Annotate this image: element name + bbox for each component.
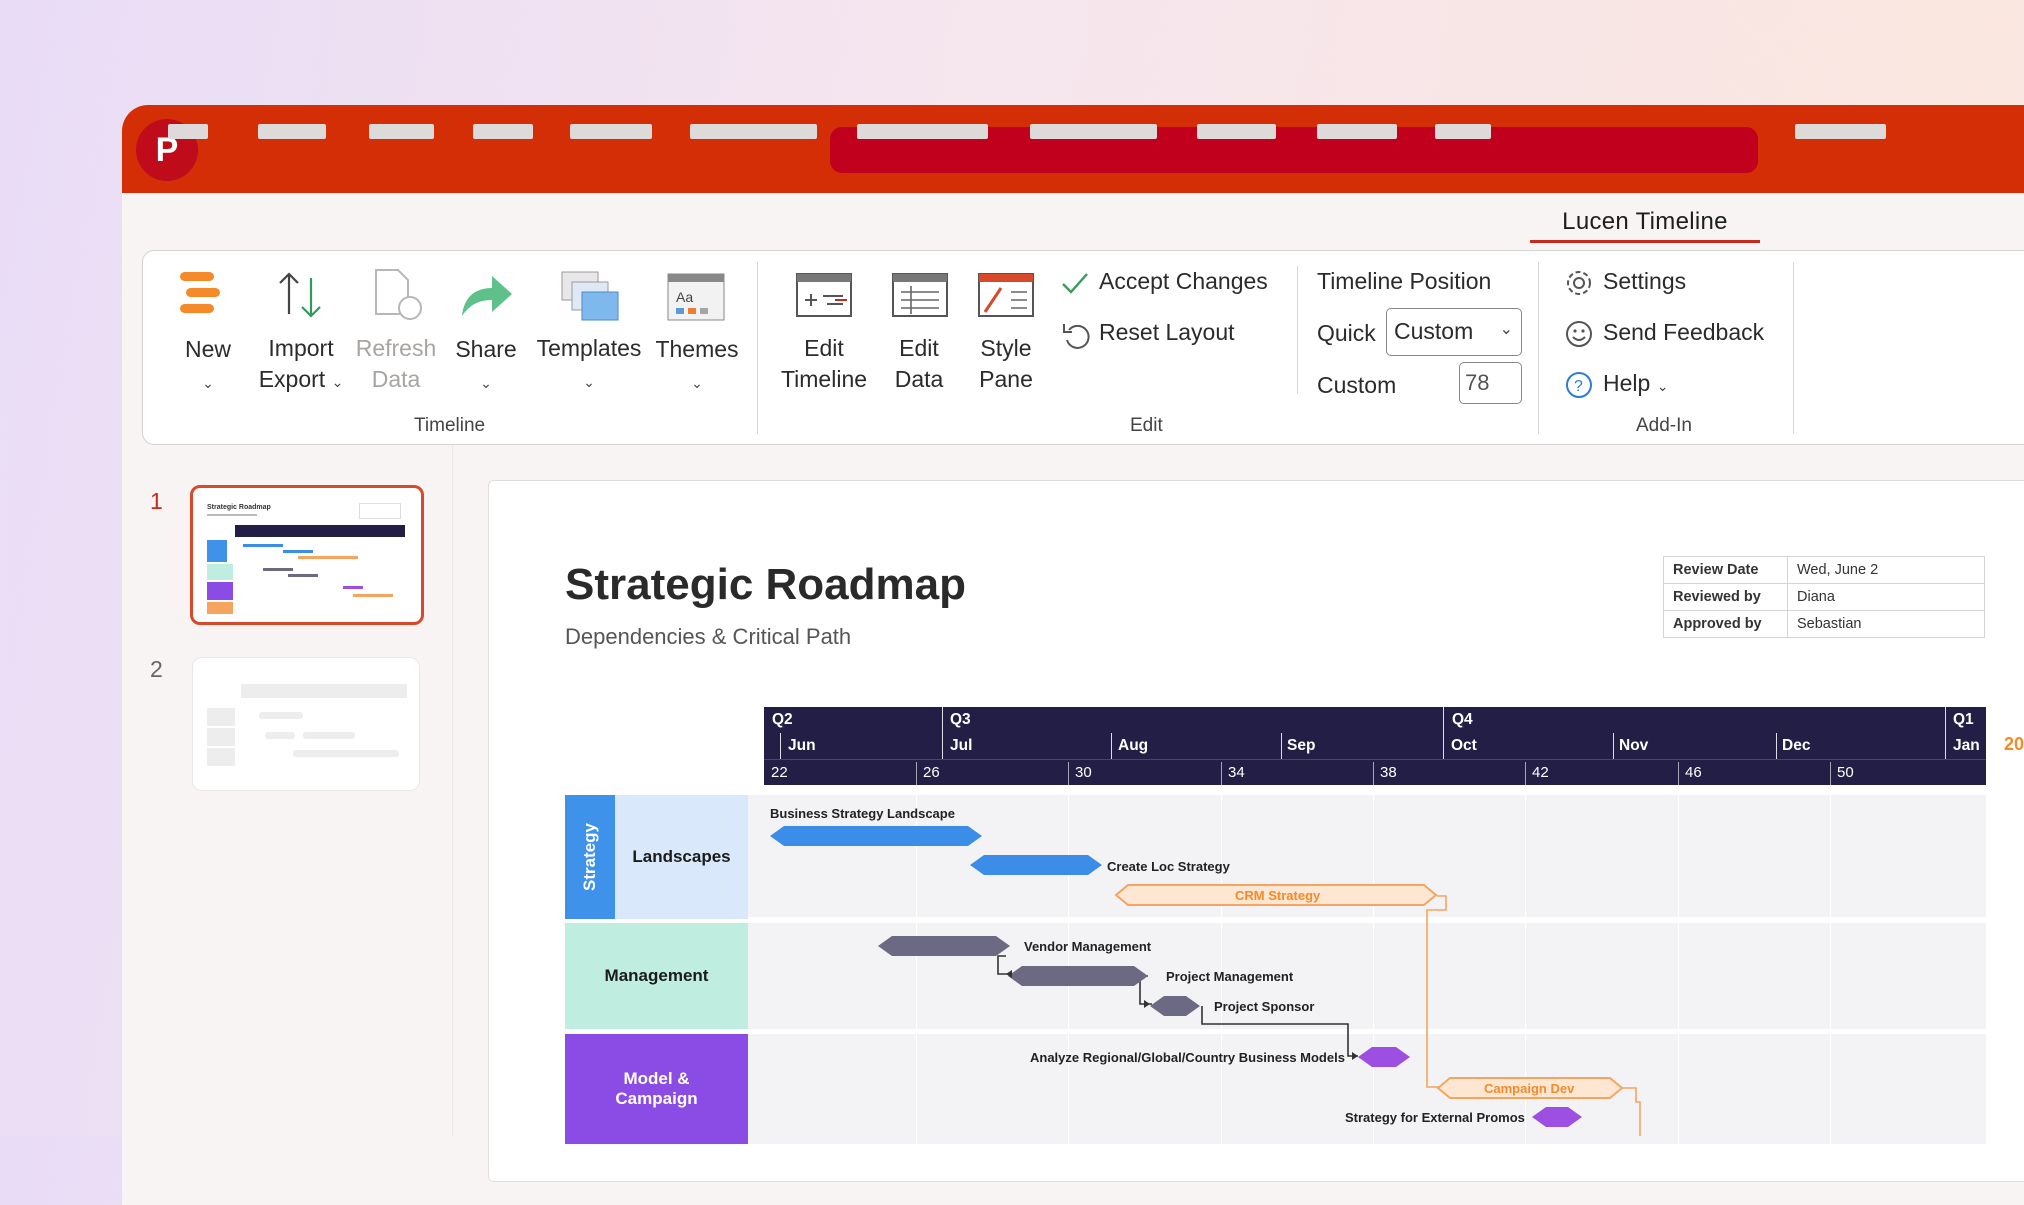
dependency-arrow — [1144, 1000, 1150, 1008]
dependency-connector — [1426, 895, 1447, 1088]
task-label: Project Management — [1166, 969, 1294, 984]
task-label: Business Strategy Landscape — [770, 806, 955, 821]
task-bar-vendor-management — [878, 936, 1010, 956]
dependency-arrow — [1006, 970, 1012, 978]
task-label: Vendor Management — [1024, 939, 1152, 954]
task-bar-project-sponsor — [1150, 996, 1200, 1016]
dependency-arrow — [1352, 1052, 1358, 1060]
task-label: Campaign Dev — [1484, 1081, 1575, 1096]
dependency-connector — [997, 955, 1010, 975]
gantt-bars — [770, 826, 1641, 1136]
dependency-lines — [997, 895, 1641, 1136]
task-bar-business-strategy — [770, 826, 982, 846]
task-bar-external-promos — [1532, 1107, 1582, 1127]
task-label: CRM Strategy — [1235, 888, 1321, 903]
task-bar-analyze-models — [1358, 1047, 1410, 1067]
task-label: Create Loc Strategy — [1107, 859, 1230, 874]
task-label: Analyze Regional/Global/Country Business… — [1030, 1050, 1345, 1065]
task-bar-create-loc-strategy — [970, 855, 1102, 875]
task-bar-project-management — [1008, 966, 1148, 986]
dependency-connector — [1623, 1087, 1641, 1136]
task-label: Strategy for External Promos — [1345, 1110, 1525, 1125]
task-label: Project Sponsor — [1214, 999, 1315, 1014]
